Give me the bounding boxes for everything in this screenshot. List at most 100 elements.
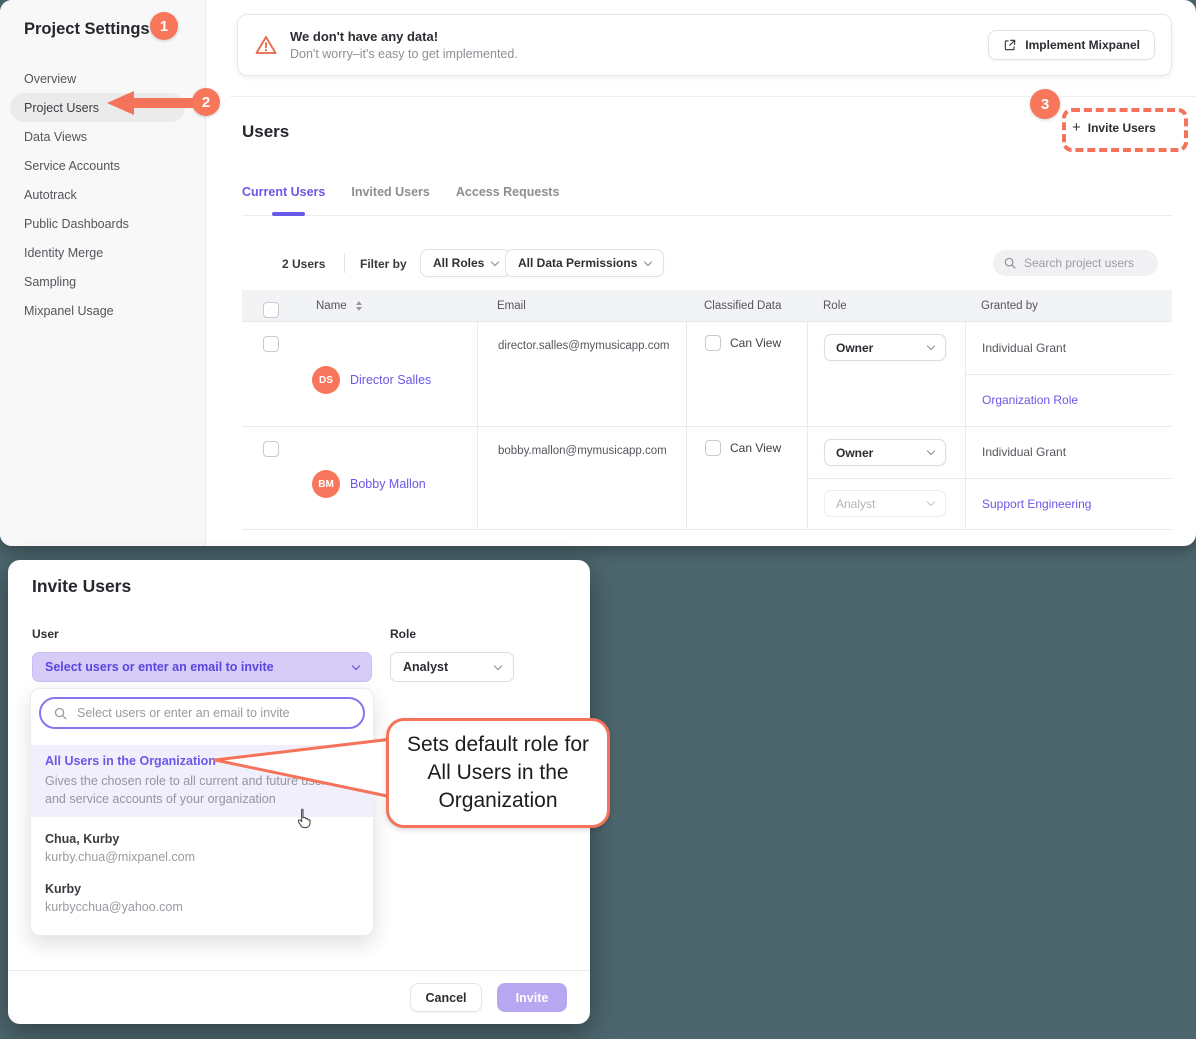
sidebar-item-data-views[interactable]: Data Views <box>10 122 185 151</box>
user-select-dropdown[interactable]: Select users or enter an email to invite <box>32 652 372 682</box>
user-name-link[interactable]: Bobby Mallon <box>350 477 426 491</box>
classified-header-label: Classified Data <box>704 300 781 312</box>
settings-sidebar: Project Settings Overview Project Users … <box>0 0 206 546</box>
granted-entry: Individual Grant <box>966 427 1172 478</box>
all-data-permissions-filter[interactable]: All Data Permissions <box>505 249 664 277</box>
dropdown-search[interactable] <box>39 697 365 729</box>
user-field-label: User <box>32 627 59 641</box>
all-roles-filter[interactable]: All Roles <box>420 249 511 277</box>
option-email: kurbycchua@yahoo.com <box>45 900 359 914</box>
sidebar-item-identity-merge[interactable]: Identity Merge <box>10 238 185 267</box>
option-kurby[interactable]: Kurby kurbycchua@yahoo.com <box>31 873 373 923</box>
role-field-label: Role <box>390 627 416 641</box>
avatar: DS <box>312 366 340 394</box>
vertical-divider <box>344 253 345 273</box>
name-header-label: Name <box>316 300 347 312</box>
table-row: DS Director Salles director.salles@mymus… <box>242 322 1172 427</box>
column-header-classified: Classified Data <box>686 300 807 312</box>
sidebar-item-public-dashboards[interactable]: Public Dashboards <box>10 209 185 238</box>
can-view-checkbox[interactable] <box>705 440 721 456</box>
tab-current-users[interactable]: Current Users <box>242 185 325 199</box>
granted-by-cell: Individual Grant Organization Role <box>965 322 1172 426</box>
plus-icon: + <box>1072 119 1081 136</box>
screenshot-stage: Project Settings Overview Project Users … <box>0 0 1196 1039</box>
chevron-down-icon <box>927 447 935 455</box>
invite-users-label: Invite Users <box>1088 121 1156 135</box>
role-cell: Owner <box>807 322 965 426</box>
role-half-empty <box>808 374 965 426</box>
role-half: Owner <box>808 322 965 374</box>
dropdown-search-input[interactable] <box>77 706 337 720</box>
warning-triangle-icon <box>254 33 278 57</box>
granted-header-label: Granted by <box>981 300 1038 312</box>
sort-icon <box>356 301 362 311</box>
support-engineering-link[interactable]: Support Engineering <box>982 497 1091 511</box>
search-icon <box>53 706 68 721</box>
chevron-down-icon <box>644 257 652 265</box>
invite-button[interactable]: Invite <box>497 983 567 1012</box>
implement-mixpanel-button[interactable]: Implement Mixpanel <box>988 30 1155 60</box>
sidebar-item-sampling[interactable]: Sampling <box>10 267 185 296</box>
granted-entry: Organization Role <box>966 374 1172 427</box>
user-count: 2 Users <box>282 257 325 271</box>
can-view-label: Can View <box>730 441 781 455</box>
cursor-hand-icon <box>296 808 313 829</box>
chevron-down-icon <box>494 661 502 669</box>
granted-by-cell: Individual Grant Support Engineering <box>965 427 1172 529</box>
table-header-row: Name Email Classified Data Role Granted … <box>242 290 1172 322</box>
sidebar-item-mixpanel-usage[interactable]: Mixpanel Usage <box>10 296 185 325</box>
role-select-dropdown[interactable]: Analyst <box>390 652 514 682</box>
email-cell: bobby.mallon@mymusicapp.com <box>477 427 686 529</box>
column-header-role: Role <box>807 300 965 312</box>
step1-badge: 1 <box>150 12 178 40</box>
search-project-users-input[interactable] <box>1024 256 1144 270</box>
banner-title: We don't have any data! <box>290 29 518 44</box>
users-tabs: Current Users Invited Users Access Reque… <box>242 185 559 199</box>
sidebar-item-service-accounts[interactable]: Service Accounts <box>10 151 185 180</box>
banner-action-label: Implement Mixpanel <box>1025 38 1140 52</box>
users-page-title: Users <box>242 122 289 142</box>
name-cell: DS Director Salles <box>300 322 477 426</box>
step3-badge: 3 <box>1030 89 1060 119</box>
role-value: Owner <box>836 341 873 355</box>
user-name-link[interactable]: Director Salles <box>350 373 431 387</box>
chevron-down-icon <box>491 257 499 265</box>
sidebar-title: Project Settings <box>24 20 150 39</box>
role-select[interactable]: Owner <box>824 334 946 361</box>
cancel-button[interactable]: Cancel <box>410 983 482 1012</box>
banner-subtitle: Don't worry–it's easy to get implemented… <box>290 47 518 61</box>
column-header-name[interactable]: Name <box>300 300 477 312</box>
option-chua-kurby[interactable]: Chua, Kurby kurby.chua@mixpanel.com <box>31 823 373 873</box>
name-cell: BM Bobby Mallon <box>300 427 477 529</box>
all-data-permissions-label: All Data Permissions <box>518 256 637 270</box>
external-link-icon <box>1003 38 1017 52</box>
sidebar-item-autotrack[interactable]: Autotrack <box>10 180 185 209</box>
sidebar-item-overview[interactable]: Overview <box>10 64 185 93</box>
row-checkbox[interactable] <box>263 336 279 352</box>
step2-badge: 2 <box>192 88 220 116</box>
email-header-label: Email <box>497 300 526 312</box>
row-checkbox[interactable] <box>263 441 279 457</box>
invite-users-button[interactable]: + Invite Users <box>1072 119 1156 136</box>
granted-entry: Individual Grant <box>966 322 1172 374</box>
option-title: Kurby <box>45 882 359 896</box>
modal-title: Invite Users <box>32 576 131 597</box>
row-select-cell <box>242 427 300 529</box>
users-table: Name Email Classified Data Role Granted … <box>242 290 1172 530</box>
tab-invited-users[interactable]: Invited Users <box>351 185 430 199</box>
organization-role-link[interactable]: Organization Role <box>982 393 1078 407</box>
user-dropdown-panel: All Users in the Organization Gives the … <box>30 688 374 936</box>
search-project-users[interactable] <box>993 250 1158 276</box>
avatar: BM <box>312 470 340 498</box>
chevron-down-icon <box>927 498 935 506</box>
callout-bubble: Sets default role for All Users in the O… <box>386 718 610 828</box>
role-select[interactable]: Owner <box>824 439 946 466</box>
can-view-checkbox[interactable] <box>705 335 721 351</box>
user-select-value: Select users or enter an email to invite <box>45 660 274 674</box>
classified-cell: Can View <box>686 322 807 426</box>
select-all-checkbox[interactable] <box>263 302 279 318</box>
role-value: Analyst <box>836 497 875 511</box>
tab-access-requests[interactable]: Access Requests <box>456 185 560 199</box>
role-select-value: Analyst <box>403 660 448 674</box>
role-header-label: Role <box>823 300 847 312</box>
